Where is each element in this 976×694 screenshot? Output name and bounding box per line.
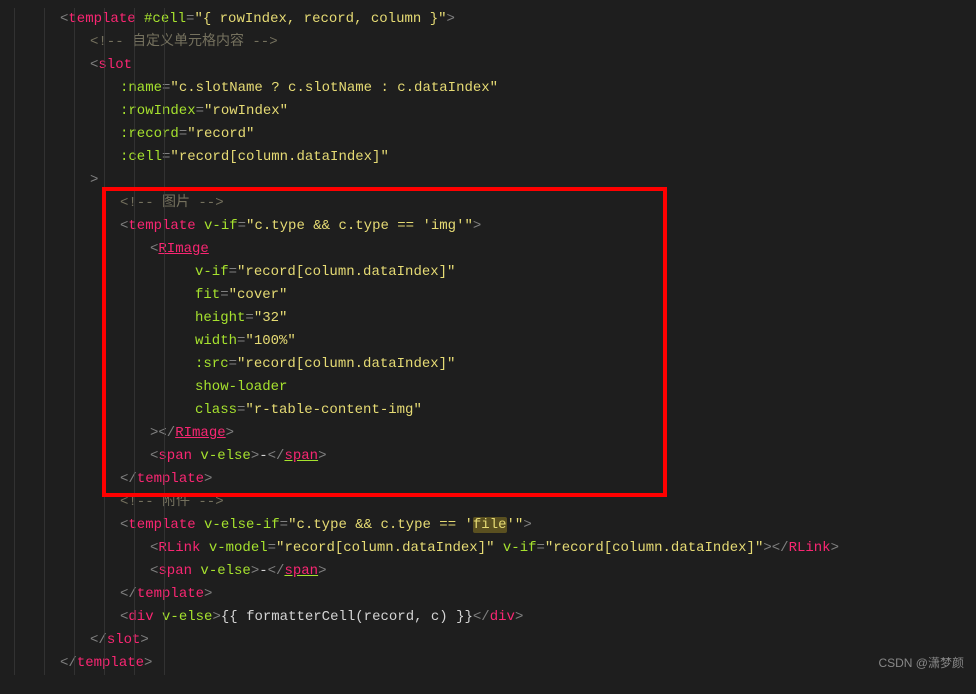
code-line[interactable]: fit="cover" [60,284,976,307]
code-line[interactable]: <!-- 自定义单元格内容 --> [60,31,976,54]
code-line[interactable]: <slot [60,54,976,77]
code-line[interactable]: > [60,169,976,192]
code-line[interactable]: :src="record[column.dataIndex]" [60,353,976,376]
code-lines-container: <template #cell="{ rowIndex, record, col… [60,8,976,675]
code-editor[interactable]: <template #cell="{ rowIndex, record, col… [0,0,976,683]
code-line[interactable]: <span v-else>-</span> [60,445,976,468]
code-line[interactable]: <RImage [60,238,976,261]
code-line[interactable]: <template v-if="c.type && c.type == 'img… [60,215,976,238]
code-line[interactable]: class="r-table-content-img" [60,399,976,422]
code-line[interactable]: <template v-else-if="c.type && c.type ==… [60,514,976,537]
code-line[interactable]: :cell="record[column.dataIndex]" [60,146,976,169]
code-line[interactable]: :rowIndex="rowIndex" [60,100,976,123]
code-line[interactable]: </slot> [60,629,976,652]
code-line[interactable]: width="100%" [60,330,976,353]
code-line[interactable]: :record="record" [60,123,976,146]
watermark-text: CSDN @潇梦颜 [878,652,964,675]
code-line[interactable]: </template> [60,468,976,491]
code-line[interactable]: :name="c.slotName ? c.slotName : c.dataI… [60,77,976,100]
code-line[interactable]: show-loader [60,376,976,399]
code-line[interactable]: </template> [60,652,976,675]
code-line[interactable]: <!-- 附件 --> [60,491,976,514]
code-line[interactable]: <!-- 图片 --> [60,192,976,215]
code-line[interactable]: </template> [60,583,976,606]
code-line[interactable]: height="32" [60,307,976,330]
code-line[interactable]: <div v-else>{{ formatterCell(record, c) … [60,606,976,629]
code-line[interactable]: <template #cell="{ rowIndex, record, col… [60,8,976,31]
code-line[interactable]: <RLink v-model="record[column.dataIndex]… [60,537,976,560]
code-line[interactable]: v-if="record[column.dataIndex]" [60,261,976,284]
code-line[interactable]: <span v-else>-</span> [60,560,976,583]
code-line[interactable]: ></RImage> [60,422,976,445]
